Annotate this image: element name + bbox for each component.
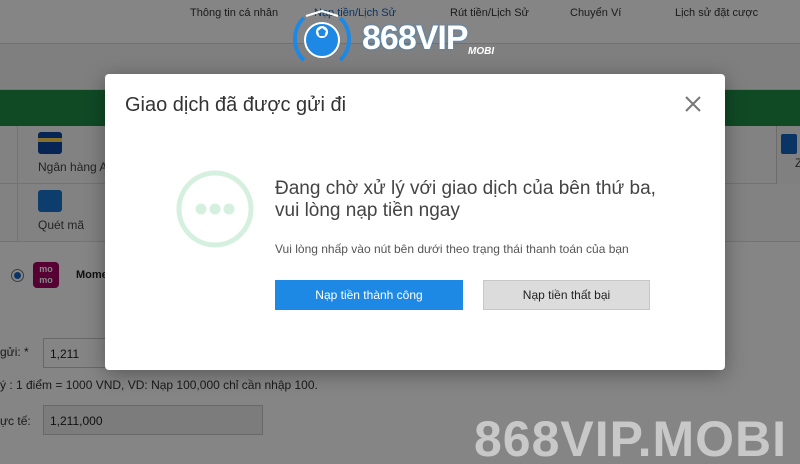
laurel-ball-icon [293,10,351,62]
pending-dots-icon [176,170,254,248]
brand-logo: 868VIP MOBI [290,10,512,66]
deposit-failed-button[interactable]: Nạp tiền thất bại [483,280,650,310]
brand-name: 868VIP [362,19,469,57]
pending-message: Đang chờ xử lý với giao dịch của bên thứ… [275,178,656,221]
close-icon[interactable] [681,92,705,116]
site-watermark: 868VIP.MOBI [474,411,788,464]
brand-suffix: MOBI [468,46,495,57]
transaction-sent-dialog: Giao dịch đã được gửi đi Đang chờ xử lý … [105,74,725,370]
dialog-title: Giao dịch đã được gửi đi [125,94,347,116]
instruction-message: Vui lòng nhấp vào nút bên dưới theo trạn… [275,242,629,256]
deposit-success-button[interactable]: Nạp tiền thành công [275,280,463,310]
